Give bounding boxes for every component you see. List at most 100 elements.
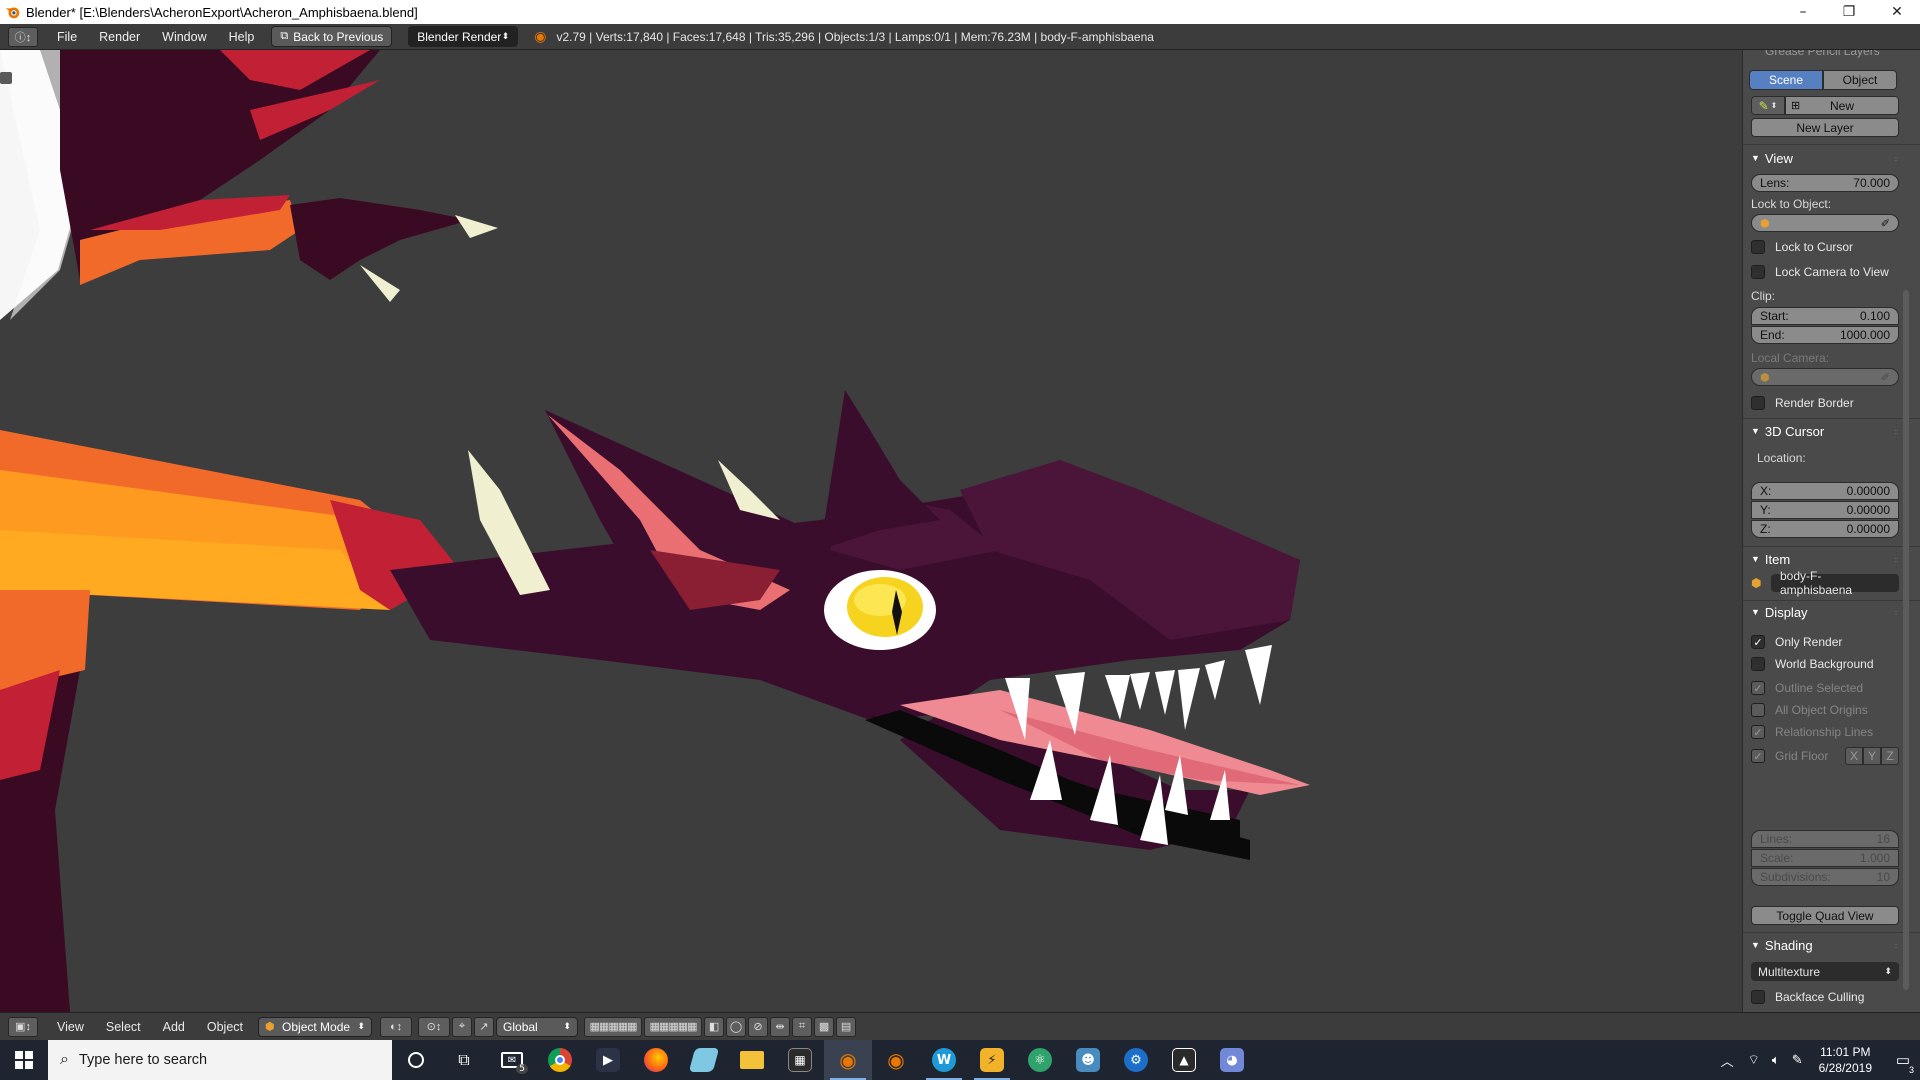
shading-mode-select[interactable]: Multitexture ⬍ — [1751, 962, 1899, 981]
tab-scene[interactable]: Scene — [1749, 70, 1823, 90]
restore-button[interactable]: ❐ — [1826, 0, 1872, 24]
grease-pencil-layers-header[interactable]: Grease Pencil Layers — [1751, 50, 1899, 58]
back-to-previous-button[interactable]: ⧉ Back to Previous — [271, 26, 393, 47]
all-object-origins-checkbox[interactable]: All Object Origins — [1751, 701, 1899, 719]
clip-start-field[interactable]: Start: 0.100 — [1751, 307, 1899, 325]
3d-viewport[interactable] — [0, 50, 1742, 1012]
taskbar-w-app[interactable]: W — [920, 1040, 968, 1080]
grid-scale-field[interactable]: Scale: 1.000 — [1751, 849, 1899, 867]
close-button[interactable]: ✕ — [1874, 0, 1920, 24]
viewport-corner-widget[interactable] — [0, 72, 12, 84]
only-render-checkbox[interactable]: ✓ Only Render — [1751, 633, 1899, 651]
cursor-y-field[interactable]: Y: 0.00000 — [1751, 501, 1899, 519]
item-name-input[interactable]: body-F-amphisbaena — [1771, 569, 1899, 597]
clip-end-field[interactable]: End: 1000.000 — [1751, 326, 1899, 344]
grid-subdivisions-field[interactable]: Subdivisions: 10 — [1751, 868, 1899, 886]
taskbar-search-box[interactable]: ⌕ Type here to search — [48, 1040, 392, 1080]
menu-window[interactable]: Window — [151, 30, 217, 44]
mode-select[interactable]: ⬢ Object Mode ⬍ — [258, 1016, 373, 1037]
local-camera-field[interactable]: ⬢ ✐ — [1751, 368, 1899, 386]
taskbar-blender-2[interactable]: ◉ — [872, 1040, 920, 1080]
snap-element-icon[interactable]: ⇹ — [770, 1016, 791, 1037]
network-icon[interactable]: ⌔ — [1748, 1052, 1760, 1068]
taskbar-firefox[interactable] — [632, 1040, 680, 1080]
grid-lines-field[interactable]: Lines: 16 — [1751, 830, 1899, 848]
minimize-button[interactable]: – — [1780, 0, 1826, 24]
lock-camera-to-view-checkbox[interactable]: Lock Camera to View — [1751, 263, 1899, 281]
taskbar-bolt-app[interactable]: ⚡ — [968, 1040, 1016, 1080]
item-section-header[interactable]: ▼ Item — [1751, 548, 1899, 570]
menu-object[interactable]: Object — [196, 1020, 254, 1034]
tab-object[interactable]: Object — [1823, 70, 1897, 90]
render-engine-select[interactable]: Blender Render ⬍ — [408, 26, 519, 47]
shelf-scrollbar[interactable] — [1903, 290, 1909, 990]
cursor-x-field[interactable]: X: 0.00000 — [1751, 482, 1899, 500]
taskbar-mail[interactable]: ✉ 5 — [488, 1040, 536, 1080]
snap-toggle-icon[interactable]: ⊘ — [748, 1016, 769, 1037]
menu-add[interactable]: Add — [152, 1020, 196, 1034]
manipulator-toggle-icon[interactable]: ⌖ — [452, 1016, 473, 1037]
backface-culling-checkbox[interactable]: Backface Culling — [1751, 988, 1899, 1006]
start-button[interactable] — [0, 1040, 48, 1080]
display-section-header[interactable]: ▼ Display — [1751, 601, 1899, 623]
taskbar-blender[interactable]: ◉ — [824, 1040, 872, 1080]
taskbar-notes-app[interactable] — [680, 1040, 728, 1080]
grid-axis-y-toggle[interactable]: Y — [1863, 747, 1881, 765]
opengl-render-icon[interactable]: ▩ — [814, 1016, 835, 1037]
lock-to-cursor-checkbox[interactable]: Lock to Cursor — [1751, 238, 1899, 256]
render-border-checkbox[interactable]: Render Border — [1751, 394, 1899, 412]
layers-grid-2-icon[interactable]: ▦▦▦▦▦ — [644, 1016, 703, 1037]
menu-select[interactable]: Select — [95, 1020, 152, 1034]
menu-render[interactable]: Render — [88, 30, 151, 44]
taskbar-discord[interactable]: ◕ — [1208, 1040, 1256, 1080]
show-hidden-icons-chevron-icon[interactable]: ︿ — [1721, 1051, 1734, 1070]
new-layer-button[interactable]: New Layer — [1751, 118, 1899, 137]
outline-selected-checkbox[interactable]: ✓ Outline Selected — [1751, 679, 1899, 697]
grid-axis-z-toggle[interactable]: Z — [1881, 747, 1899, 765]
toggle-quad-view-button[interactable]: Toggle Quad View — [1751, 906, 1899, 925]
menu-help[interactable]: Help — [218, 30, 266, 44]
taskbar-photos[interactable]: ▲ — [1160, 1040, 1208, 1080]
taskbar-steam[interactable]: ⚙ — [1112, 1040, 1160, 1080]
cortana-button[interactable] — [392, 1040, 440, 1080]
taskbar-video-app[interactable]: ▶ — [584, 1040, 632, 1080]
lock-object-field[interactable]: ⬢ ✐ — [1751, 214, 1899, 232]
shading-section-header[interactable]: ▼ Shading — [1751, 934, 1899, 956]
action-center-button[interactable]: ▭ 3 — [1886, 1051, 1920, 1075]
menu-view[interactable]: View — [46, 1020, 95, 1034]
menu-file[interactable]: File — [46, 30, 88, 44]
pen-ink-icon[interactable]: ✎ — [1792, 1052, 1803, 1068]
view-section-header[interactable]: ▼ View — [1751, 147, 1899, 169]
lens-field[interactable]: Lens: 70.000 — [1751, 174, 1899, 192]
volume-icon[interactable]: 🔈︎ — [1772, 1052, 1780, 1068]
viewport-shading-icon[interactable]: ◐↕ — [380, 1016, 413, 1037]
opengl-render-anim-icon[interactable]: ▤ — [836, 1016, 857, 1037]
taskbar-file-explorer[interactable] — [728, 1040, 776, 1080]
new-grease-pencil-button[interactable]: ⊞ New — [1785, 96, 1899, 115]
translate-manipulator-icon[interactable]: ↗ — [474, 1016, 495, 1037]
world-background-checkbox[interactable]: World Background — [1751, 655, 1899, 673]
pivot-point-icon[interactable]: ⊙↕ — [418, 1016, 451, 1037]
transform-orientation-select[interactable]: Global ⬍ — [496, 1016, 579, 1037]
taskbar-godot[interactable]: ☻ — [1064, 1040, 1112, 1080]
cursor-z-field[interactable]: Z: 0.00000 — [1751, 520, 1899, 538]
editor-type-3d-icon[interactable]: ▣↕ — [8, 1016, 38, 1037]
taskbar-chrome[interactable] — [536, 1040, 584, 1080]
taskbar-atom[interactable]: ⚛ — [1016, 1040, 1064, 1080]
taskbar-calculator[interactable]: ▦ — [776, 1040, 824, 1080]
panel-grip-icon[interactable]: ::: — [1894, 156, 1906, 164]
snap-target-icon[interactable]: ⌗ — [792, 1016, 813, 1037]
pencil-icon[interactable]: ✎ ⬍ — [1751, 96, 1785, 115]
eyedropper-icon[interactable]: ✐ — [1881, 217, 1890, 230]
taskbar-clock[interactable]: 11:01 PM 6/28/2019 — [1819, 1044, 1872, 1076]
proportional-edit-icon[interactable]: ◯ — [726, 1016, 747, 1037]
editor-type-info-icon[interactable]: ⓘ↕ — [8, 26, 38, 47]
eyedropper-icon[interactable]: ✐ — [1881, 371, 1890, 384]
collapse-triangle-icon: ▼ — [1751, 153, 1760, 163]
3d-cursor-section-header[interactable]: ▼ 3D Cursor — [1751, 420, 1899, 442]
task-view-button[interactable]: ⧉ — [440, 1040, 488, 1080]
relationship-lines-checkbox[interactable]: ✓ Relationship Lines — [1751, 723, 1899, 741]
render-layer-lock-icon[interactable]: ◧ — [704, 1016, 725, 1037]
layers-grid-1-icon[interactable]: ▦▦▦▦▦ — [584, 1016, 643, 1037]
grid-axis-x-toggle[interactable]: X — [1845, 747, 1863, 765]
